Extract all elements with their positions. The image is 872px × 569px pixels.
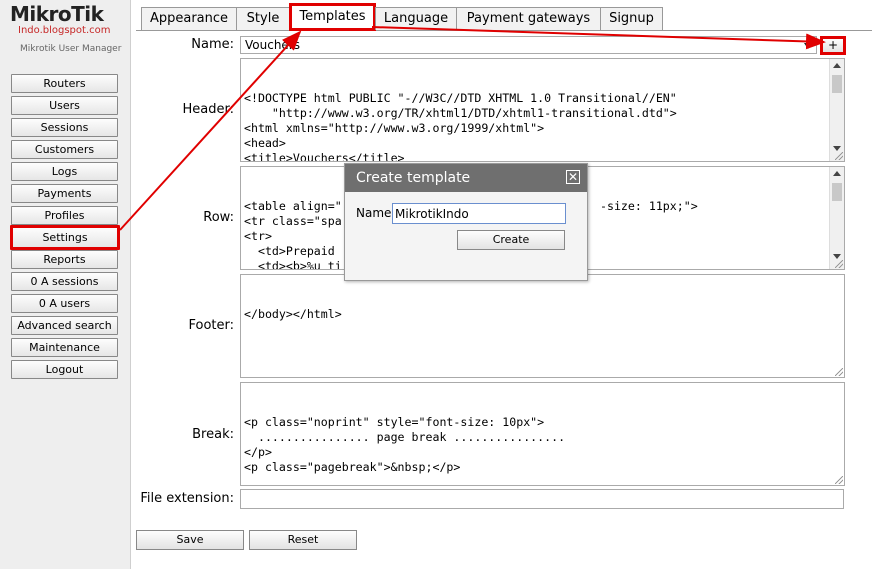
annotation-arrows <box>119 26 826 231</box>
dialog-title: Create template <box>345 164 587 192</box>
create-button[interactable]: Create <box>457 230 565 250</box>
create-template-dialog: Create template ✕ Name: Create <box>344 163 588 281</box>
template-name-input[interactable] <box>392 203 566 224</box>
dialog-name-label: Name: <box>356 206 396 220</box>
arrow-settings-to-templates <box>119 30 302 231</box>
close-icon[interactable]: ✕ <box>566 170 580 184</box>
arrow-templates-to-add <box>371 26 826 50</box>
